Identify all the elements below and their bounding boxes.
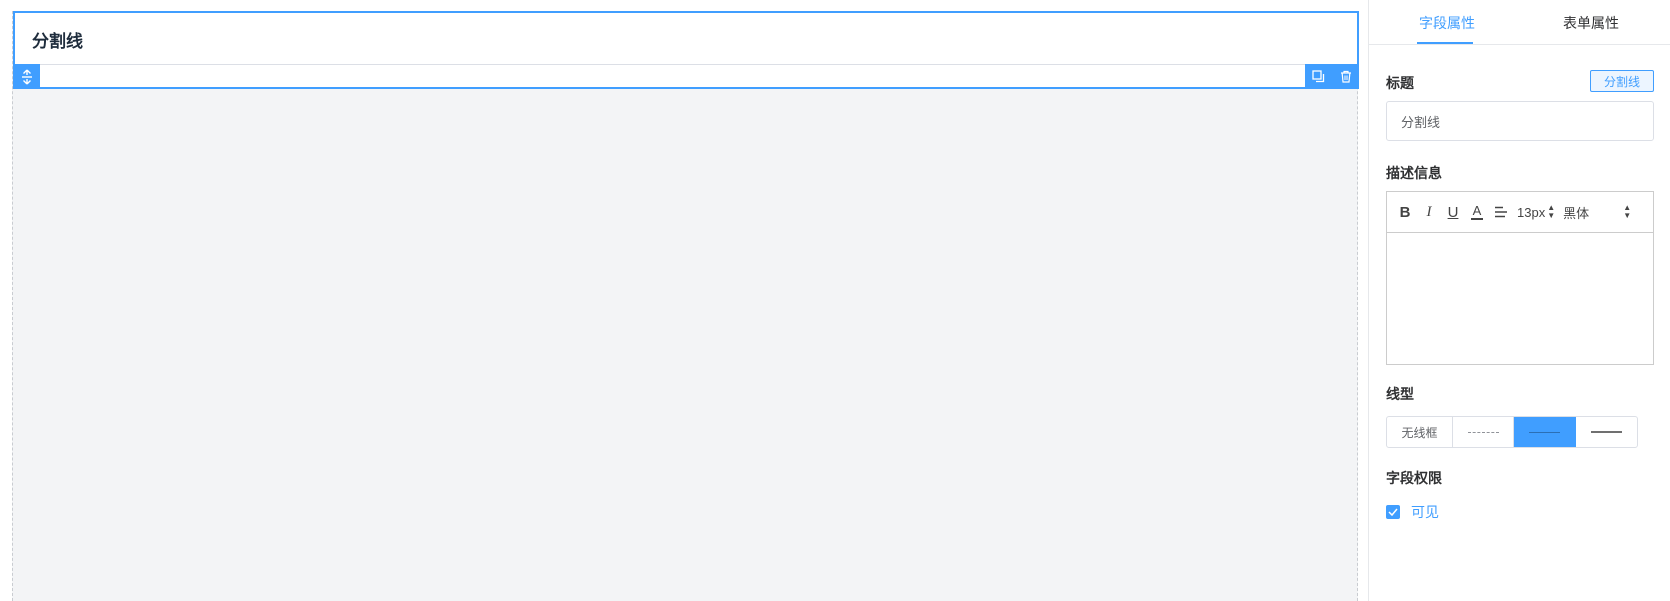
visible-label: 可见 <box>1411 504 1439 520</box>
field-actions <box>1305 64 1359 89</box>
underline-button[interactable]: U <box>1441 201 1465 223</box>
line-type-selector: 无线框 <box>1386 416 1638 448</box>
editor-content-area[interactable] <box>1387 233 1653 364</box>
drag-handle[interactable] <box>13 64 40 89</box>
line-type-solid-thin[interactable] <box>1514 417 1576 447</box>
form-canvas: 分割线 <box>12 11 1359 601</box>
select-arrows-icon: ▲ ▼ <box>1547 203 1556 220</box>
font-size-select[interactable]: 13px ▲ ▼ <box>1517 204 1555 220</box>
panel-tabs: 字段属性 表单属性 <box>1369 0 1670 45</box>
align-left-icon <box>1495 206 1507 218</box>
dashed-line-icon <box>1467 431 1499 433</box>
description-label: 描述信息 <box>1386 165 1442 181</box>
tab-field-properties[interactable]: 字段属性 <box>1419 13 1475 33</box>
line-type-dashed[interactable] <box>1453 417 1514 447</box>
divider-line <box>15 64 1357 65</box>
copy-field-button[interactable] <box>1309 67 1329 87</box>
properties-panel: 字段属性 表单属性 标题 分割线 描述信息 B I U A 13px <box>1368 0 1670 601</box>
permission-label: 字段权限 <box>1386 470 1442 486</box>
thin-line-icon <box>1529 431 1560 433</box>
active-tab-indicator <box>1417 42 1473 44</box>
copy-icon <box>1312 70 1325 83</box>
divider-field[interactable]: 分割线 <box>13 11 1359 89</box>
field-title: 分割线 <box>32 32 83 51</box>
description-editor: B I U A 13px ▲ ▼ 黑体 ▲ ▼ <box>1386 191 1654 365</box>
font-color-button[interactable]: A <box>1465 201 1489 223</box>
italic-button[interactable]: I <box>1417 201 1441 223</box>
align-button[interactable] <box>1489 201 1513 223</box>
trash-icon <box>1340 70 1351 83</box>
editor-toolbar: B I U A 13px ▲ ▼ 黑体 ▲ ▼ <box>1387 192 1653 233</box>
font-family-select[interactable]: 黑体 ▲ ▼ <box>1563 203 1631 222</box>
tab-form-properties[interactable]: 表单属性 <box>1563 13 1619 33</box>
select-arrows-icon: ▲ ▼ <box>1623 203 1632 220</box>
field-type-tag[interactable]: 分割线 <box>1590 70 1654 92</box>
line-type-solid-thick[interactable] <box>1576 417 1637 447</box>
thick-line-icon <box>1591 431 1622 433</box>
move-vertical-icon <box>21 69 32 84</box>
title-label: 标题 <box>1386 75 1414 91</box>
line-type-none[interactable]: 无线框 <box>1387 417 1453 447</box>
bold-button[interactable]: B <box>1393 201 1417 223</box>
checkbox-checked-icon <box>1386 505 1400 519</box>
delete-field-button[interactable] <box>1336 67 1356 87</box>
line-type-label: 线型 <box>1386 386 1414 402</box>
font-color-icon: A <box>1471 202 1483 220</box>
visible-checkbox[interactable]: 可见 <box>1386 502 1439 522</box>
title-input[interactable] <box>1386 101 1654 141</box>
